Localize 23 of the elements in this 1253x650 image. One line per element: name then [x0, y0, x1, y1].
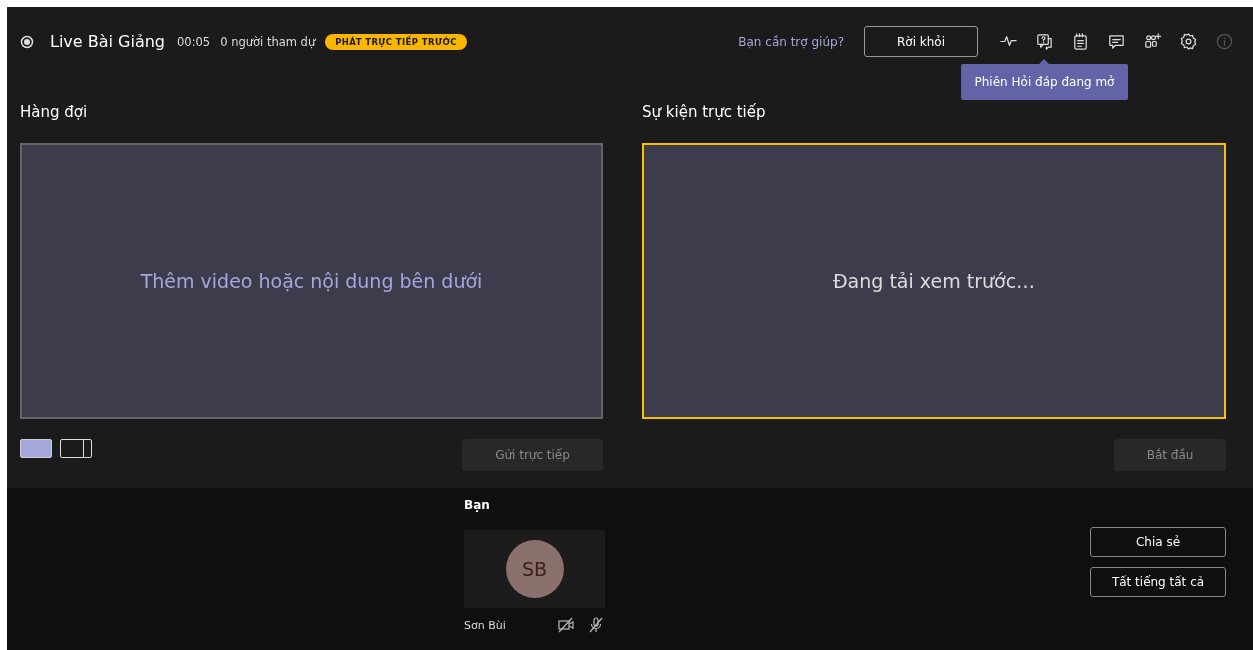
section-title: Bạn: [464, 497, 491, 514]
attendee-count: 0 người tham dự: [220, 34, 316, 49]
chat-icon: [1107, 32, 1126, 51]
notepad-icon: [1071, 32, 1090, 51]
avatar: SB: [505, 540, 564, 598]
share-button[interactable]: Chia sẻ: [1090, 527, 1226, 557]
empty-message: Thêm video hoặc nội dung bên dưới: [140, 270, 483, 292]
split-layout-button[interactable]: [60, 439, 92, 458]
people-add-icon: [1143, 32, 1162, 51]
section-title: Sự kiện trực tiếp: [642, 103, 766, 121]
question-chat-icon: [1035, 32, 1054, 51]
event-title: Live Bài Giảng: [50, 32, 165, 51]
info-icon: [1215, 32, 1234, 51]
status-badge: PHÁT TRỰC TIẾP TRƯỚC: [325, 33, 467, 50]
mute-all-button[interactable]: Tất tiếng tất cả: [1090, 567, 1226, 597]
loading-message: Đang tải xem trước…: [832, 270, 1036, 292]
live-indicator-icon: [20, 34, 34, 49]
elapsed-time: 00:05: [177, 34, 211, 49]
help-link[interactable]: Bạn cần trợ giúp?: [738, 34, 844, 49]
settings-icon: [1179, 32, 1198, 51]
leave-button[interactable]: Rời khỏi: [864, 26, 978, 57]
participant-name: Sơn Bùi: [464, 618, 506, 632]
section-title: Hàng đợi: [20, 103, 88, 121]
